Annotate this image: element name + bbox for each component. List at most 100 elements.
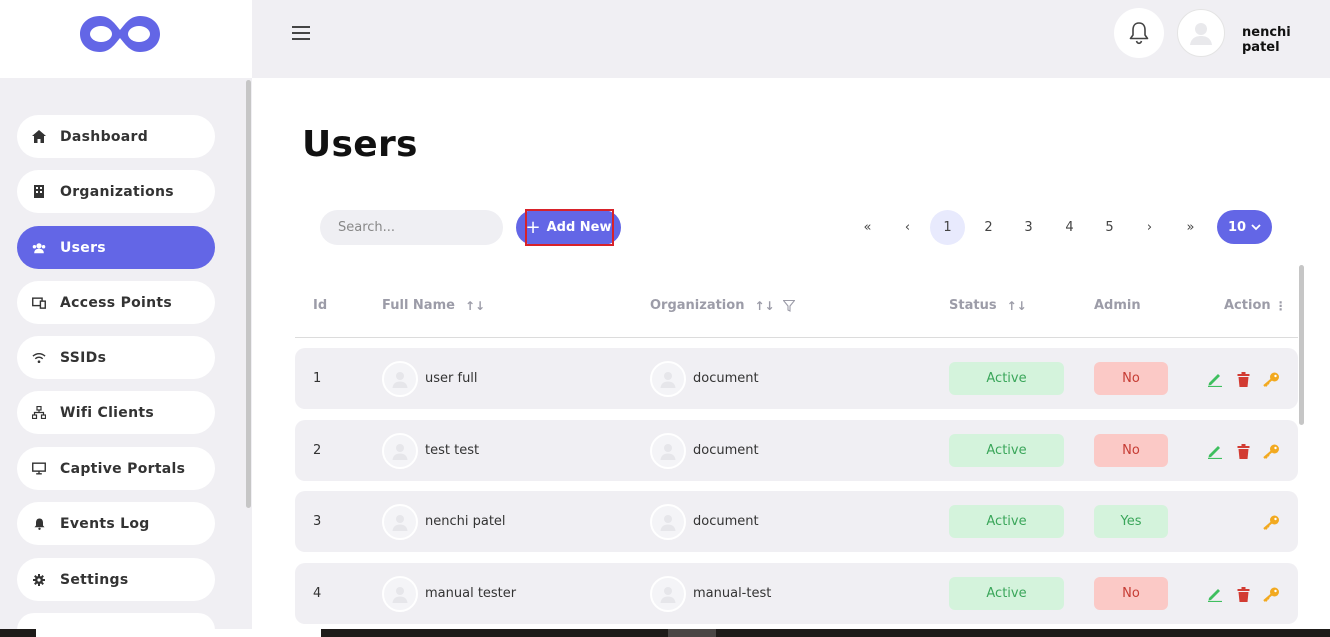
column-header-organization[interactable]: Organization ↑↓ xyxy=(650,298,795,313)
users-icon xyxy=(32,241,46,255)
sidebar-item-label: Organizations xyxy=(60,183,174,200)
delete-icon[interactable] xyxy=(1234,442,1252,460)
sidebar-item-users[interactable]: Users xyxy=(17,226,215,269)
infinity-logo[interactable] xyxy=(80,14,160,54)
sidebar-item-label: Users xyxy=(60,239,106,256)
sidebar-item-label: Access Points xyxy=(60,294,173,311)
wifi-icon xyxy=(32,351,46,365)
table-row[interactable]: 4 manual tester manual-test Active No xyxy=(295,563,1298,624)
pagination-page[interactable]: 2 xyxy=(971,210,1006,245)
sidebar-item-access-points[interactable]: Access Points xyxy=(17,281,215,324)
cell-organization: document xyxy=(650,491,759,552)
column-header-admin: Admin xyxy=(1094,298,1141,313)
network-icon xyxy=(32,406,46,420)
cell-id: 3 xyxy=(313,514,322,529)
cell-organization: document xyxy=(650,348,759,409)
pagination-prev[interactable]: ‹ xyxy=(890,210,925,245)
pagination-next[interactable]: › xyxy=(1132,210,1167,245)
cell-full-name: test test xyxy=(382,420,479,481)
delete-icon[interactable] xyxy=(1234,585,1252,603)
avatar-icon xyxy=(650,575,686,612)
edit-icon[interactable] xyxy=(1206,442,1224,460)
per-page-value: 10 xyxy=(1227,219,1247,235)
edit-icon[interactable] xyxy=(1206,370,1224,388)
cell-organization: document xyxy=(650,420,759,481)
monitor-icon xyxy=(32,462,46,476)
building-icon xyxy=(32,185,46,199)
sort-icon[interactable]: ↑↓ xyxy=(465,299,485,313)
key-icon[interactable] xyxy=(1262,513,1280,531)
table-scrollbar[interactable] xyxy=(1299,265,1304,425)
status-badge: Active xyxy=(949,577,1064,610)
pagination-first[interactable]: « xyxy=(850,210,885,245)
cell-id: 1 xyxy=(313,371,322,386)
admin-badge: No xyxy=(1094,577,1168,610)
cell-full-name: manual tester xyxy=(382,563,516,624)
table-header-divider xyxy=(295,337,1298,338)
delete-icon[interactable] xyxy=(1234,370,1252,388)
sidebar-item-label: Wifi Clients xyxy=(60,404,154,421)
table-row[interactable]: 3 nenchi patel document Active Yes xyxy=(295,491,1298,552)
highlight-outline xyxy=(525,209,614,246)
sidebar-item-organizations[interactable]: Organizations xyxy=(17,170,215,213)
admin-badge: No xyxy=(1094,434,1168,467)
admin-badge: No xyxy=(1094,362,1168,395)
user-name[interactable]: nenchi patel xyxy=(1242,25,1330,55)
avatar-icon xyxy=(382,360,418,397)
user-avatar-icon xyxy=(1190,23,1212,45)
sidebar-item-captive-portals[interactable]: Captive Portals xyxy=(17,447,215,490)
key-icon[interactable] xyxy=(1262,442,1280,460)
sidebar-item-settings[interactable]: Settings xyxy=(17,558,215,601)
add-new-button[interactable]: + Add New xyxy=(516,209,621,246)
cell-full-name: user full xyxy=(382,348,478,409)
sidebar-scrollbar[interactable] xyxy=(246,80,251,508)
avatar-icon xyxy=(650,503,686,540)
key-icon[interactable] xyxy=(1262,585,1280,603)
avatar-icon xyxy=(382,575,418,612)
pagination-last[interactable]: » xyxy=(1173,210,1208,245)
column-header-status[interactable]: Status ↑↓ xyxy=(949,298,1027,313)
user-avatar[interactable] xyxy=(1177,9,1225,57)
sidebar-item-label: Settings xyxy=(60,571,129,588)
pagination-page[interactable]: 3 xyxy=(1011,210,1046,245)
avatar-icon xyxy=(382,432,418,469)
sidebar-item-wifi-clients[interactable]: Wifi Clients xyxy=(17,391,215,434)
per-page-select[interactable]: 10 xyxy=(1217,210,1272,244)
table-row[interactable]: 2 test test document Active No xyxy=(295,420,1298,481)
status-badge: Active xyxy=(949,505,1064,538)
sort-icon[interactable]: ↑↓ xyxy=(1007,299,1027,313)
cell-id: 4 xyxy=(313,586,322,601)
sidebar-item-dashboard[interactable]: Dashboard xyxy=(17,115,215,158)
pagination-page[interactable]: 1 xyxy=(930,210,965,245)
notifications-button[interactable] xyxy=(1114,8,1164,58)
column-header-action[interactable]: Action ⋮ xyxy=(1224,298,1287,313)
sidebar-item-ssids[interactable]: SSIDs xyxy=(17,336,215,379)
table-row[interactable]: 1 user full document Active No xyxy=(295,348,1298,409)
pagination-page[interactable]: 5 xyxy=(1092,210,1127,245)
avatar-icon xyxy=(650,360,686,397)
cell-organization: manual-test xyxy=(650,563,771,624)
kebab-menu-icon[interactable]: ⋮ xyxy=(1275,299,1287,313)
pagination-page[interactable]: 4 xyxy=(1052,210,1087,245)
search-input[interactable] xyxy=(320,210,503,245)
bell-icon xyxy=(32,517,46,531)
hamburger-menu-icon[interactable] xyxy=(292,26,310,40)
bell-icon xyxy=(1129,22,1149,45)
taskbar-app[interactable] xyxy=(668,629,716,637)
top-bar: nenchi patel xyxy=(252,0,1330,78)
cell-full-name: nenchi patel xyxy=(382,491,506,552)
key-icon[interactable] xyxy=(1262,370,1280,388)
gear-icon xyxy=(32,573,46,587)
edit-icon[interactable] xyxy=(1206,585,1224,603)
sidebar-item-label: Captive Portals xyxy=(60,460,186,477)
column-header-full-name[interactable]: Full Name ↑↓ xyxy=(382,298,485,313)
status-badge: Active xyxy=(949,434,1064,467)
sidebar-item-partial[interactable] xyxy=(17,613,215,630)
cell-id: 2 xyxy=(313,443,322,458)
sidebar-item-events-log[interactable]: Events Log xyxy=(17,502,215,545)
filter-icon[interactable] xyxy=(782,299,795,312)
sort-icon[interactable]: ↑↓ xyxy=(754,299,774,313)
os-taskbar xyxy=(0,629,1330,637)
page-title: Users xyxy=(302,124,418,165)
taskbar-search[interactable] xyxy=(36,629,321,637)
